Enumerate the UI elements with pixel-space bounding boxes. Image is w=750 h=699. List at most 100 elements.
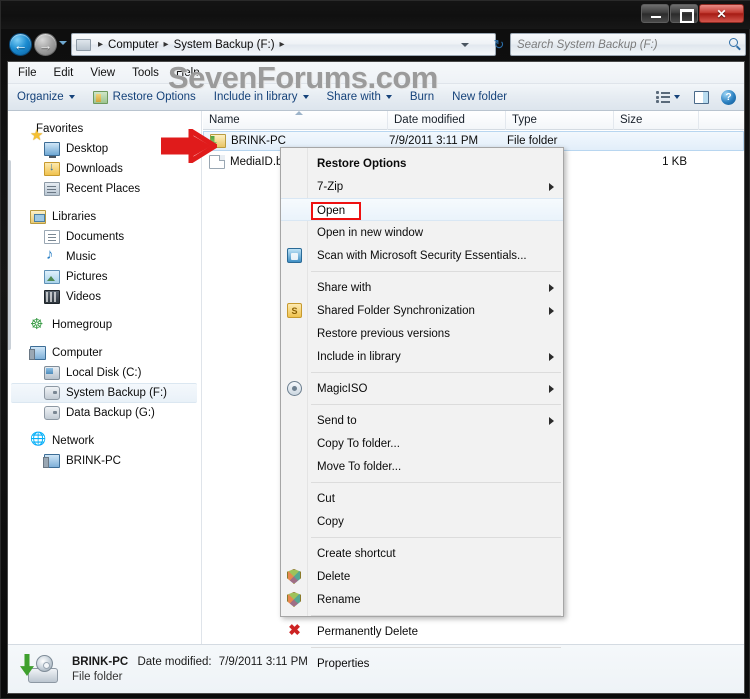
organize-button[interactable]: Organize <box>8 86 84 109</box>
column-header-date-modified[interactable]: Date modified <box>388 111 506 130</box>
back-button[interactable]: ← <box>9 33 32 56</box>
maximize-button[interactable] <box>670 4 698 23</box>
context-menu-item-scan-with-security-essentials[interactable]: Scan with Microsoft Security Essentials.… <box>281 244 563 267</box>
nav-group-homegroup: Homegroup <box>8 315 201 335</box>
context-menu-item-permanently-delete[interactable]: ✖ Permanently Delete <box>281 620 563 643</box>
context-menu-item-cut[interactable]: Cut <box>281 487 563 510</box>
breadcrumb-address-bar[interactable]: ▸ Computer ▸ System Backup (F:) ▸ <box>71 33 496 56</box>
chevron-down-icon <box>385 95 392 99</box>
document-icon <box>44 230 60 244</box>
change-view-icon[interactable] <box>656 91 670 103</box>
help-icon[interactable]: ? <box>721 89 736 105</box>
include-in-library-button[interactable]: Include in library <box>205 86 318 109</box>
menu-help[interactable]: Help <box>176 67 200 79</box>
burn-button[interactable]: Burn <box>401 86 443 109</box>
submenu-arrow-icon <box>549 307 554 315</box>
nav-group-network: Network BRINK-PC <box>8 431 201 471</box>
sidebar-item-music[interactable]: Music <box>8 246 201 267</box>
context-menu-item-rename[interactable]: Rename <box>281 588 563 611</box>
breadcrumb-chevron-down-icon[interactable] <box>461 43 469 47</box>
context-menu-label: Properties <box>317 657 370 670</box>
column-header-type[interactable]: Type <box>506 111 614 130</box>
magiciso-icon <box>287 381 302 396</box>
submenu-arrow-icon <box>549 284 554 292</box>
drive-icon <box>44 406 60 420</box>
column-header-size[interactable]: Size <box>614 111 699 130</box>
close-button[interactable] <box>699 4 744 23</box>
context-menu-label: Move To folder... <box>317 460 402 473</box>
context-menu-label: Cut <box>317 492 335 505</box>
sidebar-label-computer: Computer <box>52 347 103 359</box>
context-menu-item-include-in-library[interactable]: Include in library <box>281 345 563 368</box>
menu-file[interactable]: File <box>18 67 37 79</box>
navigation-pane[interactable]: Favorites Desktop Downloads Recent Place… <box>8 111 202 644</box>
security-essentials-icon <box>287 248 302 263</box>
sidebar-item-homegroup[interactable]: Homegroup <box>8 315 201 335</box>
include-in-library-label: Include in library <box>213 91 298 103</box>
restore-options-label: Restore Options <box>112 91 196 103</box>
sidebar-label-local-disk-c: Local Disk (C:) <box>66 367 142 379</box>
recent-pages-dropdown-icon[interactable] <box>59 41 67 45</box>
context-menu-label: Permanently Delete <box>317 625 418 638</box>
column-header-date-label: Date modified <box>394 114 465 126</box>
sidebar-item-documents[interactable]: Documents <box>8 227 201 247</box>
context-menu-item-create-shortcut[interactable]: Create shortcut <box>281 542 563 565</box>
column-header-name[interactable]: Name <box>203 111 388 130</box>
sidebar-item-libraries[interactable]: Libraries <box>8 207 201 227</box>
refresh-button[interactable]: ↻ <box>490 36 508 54</box>
sidebar-item-recent-places[interactable]: Recent Places <box>8 179 201 199</box>
menu-edit[interactable]: Edit <box>54 67 74 79</box>
minimize-button[interactable] <box>641 4 669 23</box>
breadcrumb-computer[interactable]: Computer <box>107 39 160 51</box>
menu-view[interactable]: View <box>90 67 115 79</box>
share-with-label: Share with <box>326 91 381 103</box>
sidebar-item-local-disk-c[interactable]: Local Disk (C:) <box>8 363 201 383</box>
menu-tools[interactable]: Tools <box>132 67 159 79</box>
sidebar-label-data-backup-g: Data Backup (G:) <box>66 407 155 419</box>
sidebar-item-brink-pc[interactable]: BRINK-PC <box>8 451 201 471</box>
share-with-button[interactable]: Share with <box>318 86 401 109</box>
context-menu-label: Shared Folder Synchronization <box>317 304 475 317</box>
context-menu-item-magiciso[interactable]: MagicISO <box>281 377 563 400</box>
context-menu-label: Open <box>317 205 346 217</box>
sidebar-label-system-backup-f: System Backup (F:) <box>66 387 167 399</box>
context-menu[interactable]: Restore Options 7-Zip Open Open in new w… <box>280 147 564 670</box>
context-menu-item-copy[interactable]: Copy <box>281 510 563 533</box>
sidebar-item-system-backup-f[interactable]: System Backup (F:) <box>11 383 197 403</box>
file-size-cell <box>615 131 700 151</box>
sort-ascending-icon <box>295 111 303 115</box>
context-menu-item-shared-folder-synchronization[interactable]: S Shared Folder Synchronization <box>281 299 563 322</box>
sidebar-label-downloads: Downloads <box>66 163 123 175</box>
forward-button[interactable]: → <box>34 33 57 56</box>
context-menu-item-delete[interactable]: Delete <box>281 565 563 588</box>
show-preview-pane-icon[interactable] <box>694 90 709 104</box>
context-menu-item-move-to-folder[interactable]: Move To folder... <box>281 455 563 478</box>
sidebar-item-videos[interactable]: Videos <box>8 287 201 307</box>
context-menu-label: MagicISO <box>317 382 368 395</box>
column-header-type-label: Type <box>512 114 537 126</box>
navigation-scrollbar[interactable] <box>8 160 11 350</box>
context-menu-item-restore-options[interactable]: Restore Options <box>281 152 563 175</box>
view-chevron-down-icon[interactable] <box>674 95 680 99</box>
new-folder-button[interactable]: New folder <box>443 86 516 109</box>
context-menu-item-restore-previous-versions[interactable]: Restore previous versions <box>281 322 563 345</box>
computer-breadcrumb-icon <box>76 38 91 51</box>
context-menu-item-properties[interactable]: Properties <box>281 652 563 675</box>
drive-icon <box>44 386 60 400</box>
breadcrumb-sep-2: ▸ <box>279 39 285 50</box>
context-menu-item-copy-to-folder[interactable]: Copy To folder... <box>281 432 563 455</box>
sidebar-item-data-backup-g[interactable]: Data Backup (G:) <box>8 403 201 423</box>
sidebar-item-network[interactable]: Network <box>8 431 201 451</box>
search-input[interactable]: Search System Backup (F:) <box>510 33 746 56</box>
context-menu-item-share-with[interactable]: Share with <box>281 276 563 299</box>
context-menu-item-open-in-new-window[interactable]: Open in new window <box>281 221 563 244</box>
context-menu-item-7-zip[interactable]: 7-Zip <box>281 175 563 198</box>
submenu-arrow-icon <box>549 183 554 191</box>
context-menu-item-open[interactable]: Open <box>281 198 563 221</box>
context-menu-item-send-to[interactable]: Send to <box>281 409 563 432</box>
breadcrumb-system-backup[interactable]: System Backup (F:) <box>173 39 276 51</box>
sidebar-item-computer[interactable]: Computer <box>8 343 201 363</box>
restore-options-button[interactable]: Restore Options <box>84 86 205 109</box>
context-menu-label: Share with <box>317 281 372 294</box>
sidebar-item-pictures[interactable]: Pictures <box>8 267 201 287</box>
